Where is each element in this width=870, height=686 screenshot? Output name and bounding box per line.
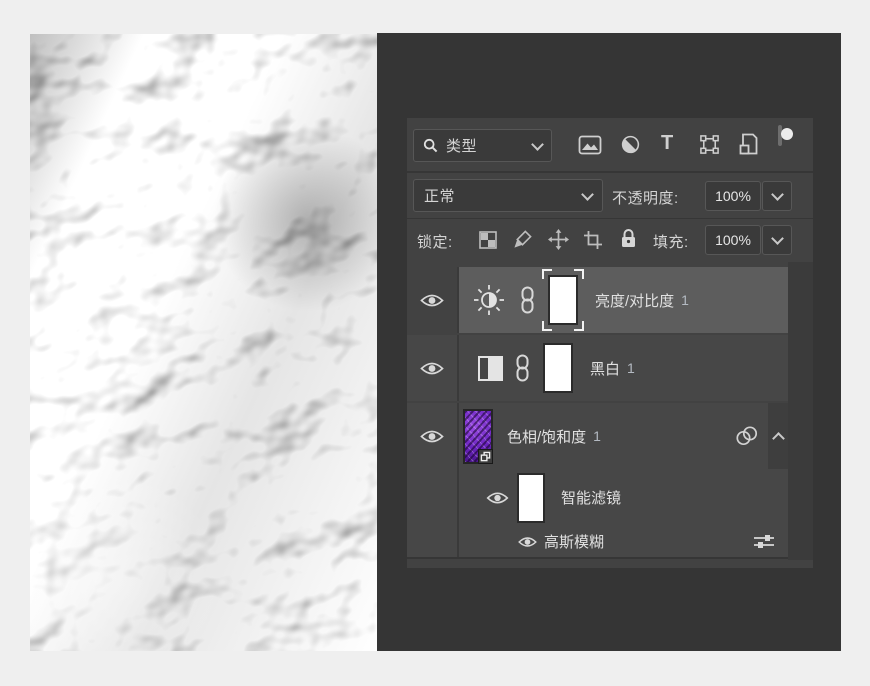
document-canvas-image (30, 34, 377, 651)
lock-fill-row: 锁定: 填充: 100% (407, 219, 813, 262)
layer-row-black-white[interactable]: 黑白 1 (407, 335, 788, 401)
gaussian-blur-filter-row[interactable]: 高斯模糊 (407, 526, 788, 557)
layer-number: 1 (681, 292, 689, 308)
smart-filters-badge-icon (734, 425, 760, 447)
chevron-down-icon (581, 188, 594, 201)
filter-blending-options-icon[interactable] (753, 534, 775, 549)
silk-shading (30, 34, 377, 651)
layer-number: 1 (593, 428, 601, 444)
chevron-down-icon (531, 138, 544, 151)
blend-mode-dropdown[interactable]: 正常 (413, 179, 603, 212)
filtering-toggle[interactable] (778, 125, 782, 146)
smart-object-badge-icon (478, 449, 493, 464)
visibility-toggle[interactable] (407, 403, 459, 469)
fill-label: 填充: (653, 231, 689, 252)
layer-row-brightness-contrast[interactable]: 亮度/对比度 1 (407, 267, 788, 333)
layers-panel: 类型 T 正常 (407, 118, 813, 568)
eye-icon (486, 491, 509, 505)
lock-pixels-icon[interactable] (513, 230, 532, 249)
eye-icon (518, 536, 537, 548)
mask-link-icon[interactable] (515, 354, 530, 382)
layer-name[interactable]: 黑白 (590, 358, 620, 379)
blend-mode-value: 正常 (424, 185, 455, 206)
text-filter-icon[interactable]: T (661, 132, 674, 155)
layer-row-hue-saturation[interactable]: 色相/饱和度 1 (407, 403, 788, 469)
filter-name[interactable]: 高斯模糊 (544, 531, 604, 552)
filter-type-dropdown[interactable]: 类型 (413, 129, 552, 162)
layers-list: 亮度/对比度 1 黑白 1 (407, 262, 813, 560)
fill-dropdown-button[interactable] (762, 225, 792, 255)
mask-selection-frame (542, 269, 584, 331)
smart-object-thumbnail[interactable] (463, 409, 493, 464)
fill-value: 100% (715, 232, 751, 248)
layer-name[interactable]: 亮度/对比度 (595, 290, 674, 311)
eye-icon (420, 293, 444, 308)
layer-mask-thumbnail[interactable] (543, 343, 573, 393)
eye-column-spacer (407, 526, 459, 557)
blend-opacity-row: 正常 不透明度: 100% (407, 173, 813, 218)
divider (407, 557, 788, 559)
brightness-contrast-icon (472, 283, 506, 317)
adjustment-filter-icon[interactable] (620, 134, 641, 155)
chevron-up-icon (772, 432, 785, 445)
visibility-toggle[interactable] (486, 491, 509, 505)
filter-type-label: 类型 (446, 135, 477, 156)
scrollbar-track[interactable] (788, 262, 813, 560)
search-icon (423, 138, 438, 153)
visibility-toggle[interactable] (518, 536, 537, 548)
opacity-value: 100% (715, 188, 751, 204)
lock-label: 锁定: (417, 231, 453, 252)
smart-filters-row[interactable]: 智能滤镜 (407, 469, 788, 526)
photoshop-screenshot: 类型 T 正常 (0, 0, 870, 686)
visibility-toggle[interactable] (407, 335, 459, 401)
chevron-down-icon (771, 232, 784, 245)
layer-filter-bar: 类型 T (407, 118, 813, 171)
visibility-toggle[interactable] (407, 267, 459, 333)
collapse-smart-filters-button[interactable] (768, 403, 788, 469)
shape-filter-icon[interactable] (699, 134, 720, 155)
eye-icon (420, 361, 444, 376)
layer-mask-thumbnail[interactable] (548, 275, 578, 325)
opacity-dropdown-button[interactable] (762, 181, 792, 211)
chevron-down-icon (771, 188, 784, 201)
layer-name[interactable]: 色相/饱和度 (507, 426, 586, 447)
lock-position-icon[interactable] (548, 229, 569, 250)
filter-mask-thumbnail[interactable] (517, 473, 545, 523)
image-filter-icon[interactable] (578, 135, 602, 155)
lock-artboard-icon[interactable] (583, 230, 603, 250)
mask-link-icon[interactable] (520, 286, 535, 314)
layer-number: 1 (627, 360, 635, 376)
smart-filters-label: 智能滤镜 (561, 487, 621, 508)
opacity-input[interactable]: 100% (705, 181, 761, 211)
opacity-label: 不透明度: (612, 187, 679, 208)
smart-object-filter-icon[interactable] (739, 133, 758, 155)
lock-transparency-icon[interactable] (479, 231, 497, 249)
eye-icon (420, 429, 444, 444)
toggle-knob-icon (781, 128, 793, 140)
lock-all-icon[interactable] (620, 228, 637, 249)
black-white-adjustment-icon (478, 356, 503, 381)
eye-column-spacer (407, 469, 459, 526)
fill-input[interactable]: 100% (705, 225, 761, 255)
